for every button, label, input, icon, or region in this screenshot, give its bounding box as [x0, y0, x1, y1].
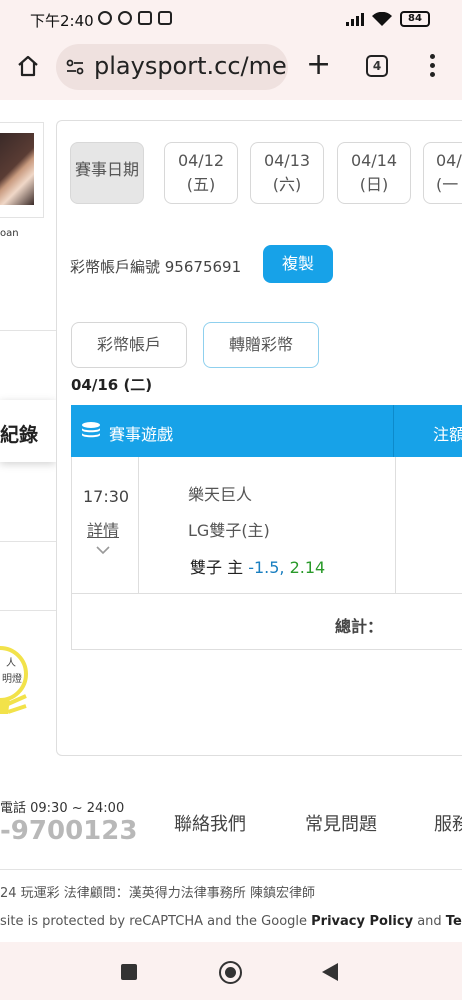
status-time: 下午2:40 [30, 12, 94, 30]
footer-link-service[interactable]: 服務 [434, 810, 462, 836]
web-page: oan 紀錄 人 明燈 賽事日期 04/12 (五) 04/13 (六) 04/14… [0, 100, 462, 942]
team-home: LG雙子(主) [188, 521, 270, 540]
sidebar-record-tab[interactable]: 紀錄 [0, 400, 56, 462]
footer-link-faq[interactable]: 常見問題 [305, 810, 377, 836]
table-row: 17:30 詳情 樂天巨人 LG雙子(主) 雙子 主 -1.5, 2.14 [72, 457, 462, 594]
date-label-button[interactable]: 賽事日期 [70, 142, 144, 204]
pick-team: 雙子 主 [190, 558, 244, 577]
footer-link-contact[interactable]: 聯絡我們 [174, 810, 246, 836]
date-button[interactable]: 04/12 (五) [164, 142, 238, 204]
back-button[interactable] [322, 963, 338, 981]
tab-gift-coins[interactable]: 轉贈彩幣 [203, 322, 319, 368]
header-game: 賽事遊戲 [109, 425, 174, 444]
system-nav-bar [0, 942, 462, 1000]
calendar-icon [138, 11, 152, 25]
divider [0, 869, 462, 870]
date-button[interactable]: 04/14 (日) [337, 142, 411, 204]
database-icon [82, 422, 100, 438]
table-header: 賽事遊戲 注額 [71, 405, 462, 457]
status-bar: 下午2:40 84 [0, 0, 462, 40]
detail-link[interactable]: 詳情 [87, 517, 119, 541]
new-tab-button[interactable]: + [306, 48, 331, 82]
status-icons [98, 11, 172, 25]
tab-switcher-button[interactable]: 4 [366, 55, 388, 77]
alarm-icon [98, 11, 112, 25]
date-button[interactable]: 04/13 (六) [250, 142, 324, 204]
legal-text: 24 玩運彩 法律顧問：漢英得力法律事務所 陳鎮宏律師 [0, 886, 315, 901]
team-away: 樂天巨人 [188, 485, 253, 504]
chevron-down-icon[interactable] [96, 543, 110, 557]
phone-label: 電話 09:30 ~ 24:00 [0, 801, 125, 816]
game-time: 17:30 [83, 487, 130, 506]
tip-text: 人 明燈 [2, 658, 22, 685]
home-button[interactable] [219, 961, 242, 984]
battery-icon: 84 [400, 11, 430, 27]
phone-number: -9700123 [0, 816, 138, 846]
header-amount: 注額 [433, 425, 462, 444]
bet-table: 17:30 詳情 樂天巨人 LG雙子(主) 雙子 主 -1.5, 2.14 總計… [71, 457, 462, 650]
sidebar-record-label: 紀錄 [0, 424, 39, 446]
browser-toolbar: playsport.cc/me + 4 [0, 40, 462, 96]
bet-pick: 雙子 主 -1.5, 2.14 [190, 558, 326, 577]
home-icon[interactable] [16, 54, 40, 78]
privacy-policy-link[interactable]: Privacy Policy [311, 914, 413, 929]
user-card[interactable] [0, 122, 44, 218]
url-text: playsport.cc/me [94, 52, 287, 80]
flash-icon [118, 11, 132, 25]
pick-handicap: -1.5 [248, 558, 280, 577]
more-menu-icon[interactable] [430, 54, 436, 78]
recents-button[interactable] [121, 964, 137, 980]
signal-icon [346, 12, 364, 26]
divider [0, 610, 56, 611]
address-bar[interactable]: playsport.cc/me [56, 44, 288, 90]
tab-coin-account[interactable]: 彩幣帳戶 [71, 322, 187, 368]
pick-odds: 2.14 [289, 558, 326, 577]
copy-button[interactable]: 複製 [263, 245, 333, 283]
date-button[interactable]: 04/(一 [423, 142, 462, 204]
avatar[interactable] [0, 133, 34, 205]
total-label: 總計： [335, 617, 384, 636]
account-number: 彩幣帳戶編號 95675691 [70, 258, 242, 276]
id-card-icon [158, 11, 172, 25]
divider [0, 330, 56, 331]
recaptcha-notice: site is protected by reCAPTCHA and the G… [0, 914, 462, 929]
user-name: oan [0, 228, 19, 239]
site-settings-icon[interactable] [66, 59, 84, 75]
terms-link[interactable]: Terms [446, 914, 462, 929]
wifi-icon [372, 11, 392, 26]
divider [0, 541, 56, 542]
selected-date-label: 04/16 (二) [71, 376, 153, 394]
